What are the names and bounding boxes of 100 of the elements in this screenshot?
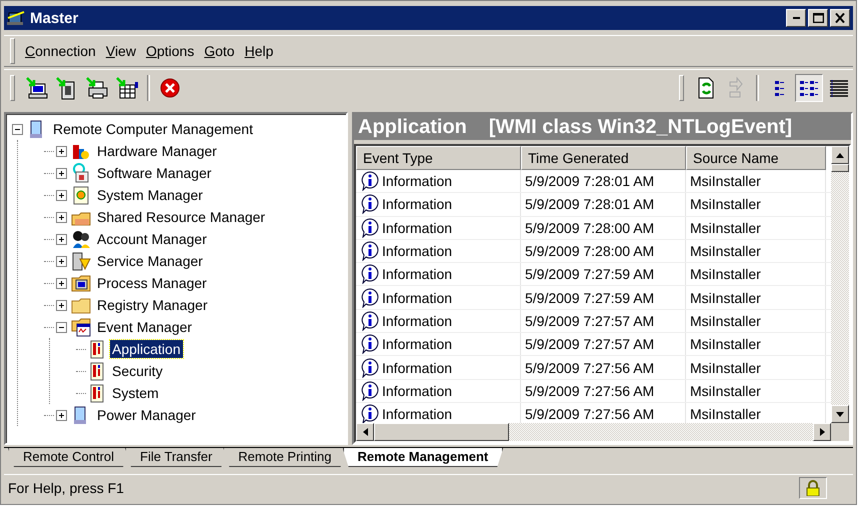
column-header[interactable]: Time Generated [521, 146, 686, 170]
arrow-icon [820, 428, 824, 436]
table-cell: 5/9/2009 7:27:56 AM [525, 406, 654, 422]
system-icon [71, 185, 91, 205]
expand-toggle[interactable] [56, 168, 67, 178]
tree-item[interactable]: Remote Computer Management [51, 120, 255, 138]
tree-item[interactable]: Power Manager [95, 406, 198, 424]
expand-toggle[interactable] [56, 300, 67, 310]
stop-icon [159, 77, 181, 99]
tree-item[interactable]: Hardware Manager [95, 142, 219, 160]
horizontal-scrollbar[interactable] [356, 423, 831, 441]
table-cell: 5/9/2009 7:28:01 AM [525, 196, 654, 212]
table-cell: 5/9/2009 7:28:01 AM [525, 173, 654, 190]
window-title: Master [30, 10, 80, 26]
tree-item[interactable]: Software Manager [95, 164, 214, 182]
vertical-scrollbar[interactable] [831, 146, 849, 423]
service-icon [71, 251, 91, 271]
scroll-up-button[interactable] [831, 146, 849, 164]
list-view-icon [774, 80, 784, 96]
tree-item[interactable]: Account Manager [95, 230, 209, 248]
table-cell: Information [382, 243, 452, 260]
tree-item[interactable]: Application [110, 340, 182, 358]
table-cell: MsiInstaller [690, 196, 761, 212]
scroll-thumb[interactable] [831, 164, 849, 172]
column-header[interactable]: Event Type [356, 146, 521, 170]
menu-item[interactable]: Goto [200, 41, 239, 61]
arrow-icon [362, 428, 368, 436]
scroll-thumb[interactable] [374, 423, 509, 441]
panel-subtitle: [WMI class Win32_NTLogEvent] [488, 116, 792, 138]
menu-item[interactable]: Help [240, 41, 278, 61]
expand-toggle[interactable] [56, 234, 67, 244]
log-icon [88, 339, 106, 359]
view-button[interactable] [795, 74, 823, 102]
table-cell: Information [382, 173, 452, 190]
expand-toggle[interactable] [56, 146, 67, 156]
calendar-icon [115, 76, 139, 100]
panel-title: Application [358, 116, 467, 138]
scroll-left-button[interactable] [356, 423, 374, 441]
collapse-toggle[interactable] [12, 124, 23, 134]
menu-item[interactable]: Connection [21, 41, 100, 61]
table-cell: Information [382, 196, 452, 212]
table-cell: Information [382, 382, 452, 399]
table-cell: MsiInstaller [690, 266, 761, 282]
arrow-icon [836, 152, 844, 158]
minimize-button[interactable] [786, 9, 806, 27]
table-cell: MsiInstaller [690, 220, 761, 236]
menu-item[interactable]: View [102, 41, 140, 61]
table-cell: MsiInstaller [690, 173, 761, 190]
table-cell: Information [382, 290, 452, 306]
table-cell: 5/9/2009 7:28:00 AM [525, 220, 654, 236]
expand-toggle[interactable] [56, 278, 67, 288]
minimize-icon [792, 17, 800, 19]
app-icon [7, 10, 25, 26]
close-button[interactable] [830, 9, 850, 27]
info-icon [360, 288, 380, 308]
tree-item[interactable]: Shared Resource Manager [95, 208, 268, 226]
log-icon [88, 361, 106, 381]
collapse-toggle[interactable] [56, 322, 67, 332]
info-icon [360, 241, 380, 262]
info-icon [360, 380, 380, 401]
table-cell: 5/9/2009 7:27:57 AM [525, 312, 654, 329]
scrollbar-corner [831, 423, 849, 441]
table-cell: Information [382, 406, 452, 422]
info-icon [360, 358, 380, 378]
table-cell: Information [382, 360, 452, 376]
info-icon [360, 264, 380, 284]
tree-item[interactable]: Service Manager [95, 252, 205, 270]
table-cell: 5/9/2009 7:27:56 AM [525, 382, 654, 399]
tree-item[interactable]: Registry Manager [95, 296, 210, 314]
expand-toggle[interactable] [56, 410, 67, 420]
table-cell: MsiInstaller [690, 312, 761, 329]
table-cell: MsiInstaller [690, 360, 761, 376]
scroll-right-button[interactable] [813, 423, 831, 441]
tree-item[interactable]: System [110, 384, 161, 402]
scroll-down-button[interactable] [831, 405, 849, 423]
computer-icon [25, 76, 49, 100]
expand-toggle[interactable] [56, 212, 67, 222]
table-cell: 5/9/2009 7:27:57 AM [525, 336, 654, 352]
maximize-button[interactable] [808, 9, 828, 27]
table-cell: Information [382, 312, 452, 329]
info-icon [360, 194, 380, 214]
tab[interactable]: Remote Management [342, 448, 504, 467]
details-view-icon [828, 77, 850, 99]
tree-item[interactable]: System Manager [95, 186, 205, 204]
table-cell: 5/9/2009 7:27:56 AM [525, 360, 654, 376]
table-cell: MsiInstaller [690, 336, 761, 352]
expand-toggle[interactable] [56, 256, 67, 266]
tree-item[interactable]: Event Manager [95, 318, 194, 336]
info-icon [360, 310, 380, 331]
tree-item[interactable]: Process Manager [95, 274, 209, 292]
people-icon [71, 229, 91, 249]
info-icon [360, 171, 380, 192]
lock-icon [805, 480, 821, 496]
tree-item[interactable]: Security [110, 362, 165, 380]
event-icon [71, 317, 91, 337]
table-cell: MsiInstaller [690, 243, 761, 260]
table-cell: MsiInstaller [690, 382, 761, 399]
column-header[interactable]: Source Name [686, 146, 826, 170]
menu-item[interactable]: Options [142, 41, 198, 61]
expand-toggle[interactable] [56, 190, 67, 200]
